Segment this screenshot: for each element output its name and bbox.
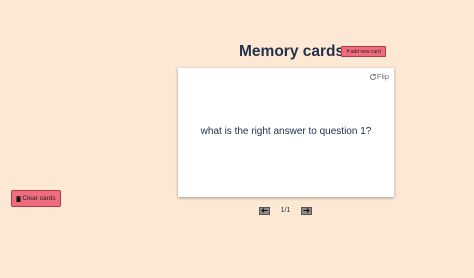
plus-icon: + xyxy=(346,48,350,55)
arrow-right-icon xyxy=(303,208,310,213)
flip-button[interactable]: Flip xyxy=(369,72,389,81)
clear-cards-label: Clear cards xyxy=(22,195,56,202)
refresh-icon xyxy=(369,73,376,80)
previous-card-button[interactable] xyxy=(259,206,270,215)
arrow-left-icon xyxy=(261,208,268,213)
card-question: what is the right answer to question 1? xyxy=(200,126,372,137)
card-pager: 1/1 xyxy=(259,206,312,215)
clear-cards-button[interactable]: Clear cards xyxy=(11,190,61,207)
trash-icon xyxy=(16,195,22,202)
page-indicator: 1/1 xyxy=(280,207,291,214)
page-title: Memory cards xyxy=(239,43,345,60)
flip-label: Flip xyxy=(376,72,389,81)
add-new-card-button[interactable]: + add new card xyxy=(341,46,386,57)
add-new-card-label: add new card xyxy=(350,48,381,55)
memory-card: Flip what is the right answer to questio… xyxy=(178,68,394,197)
next-card-button[interactable] xyxy=(301,206,312,215)
